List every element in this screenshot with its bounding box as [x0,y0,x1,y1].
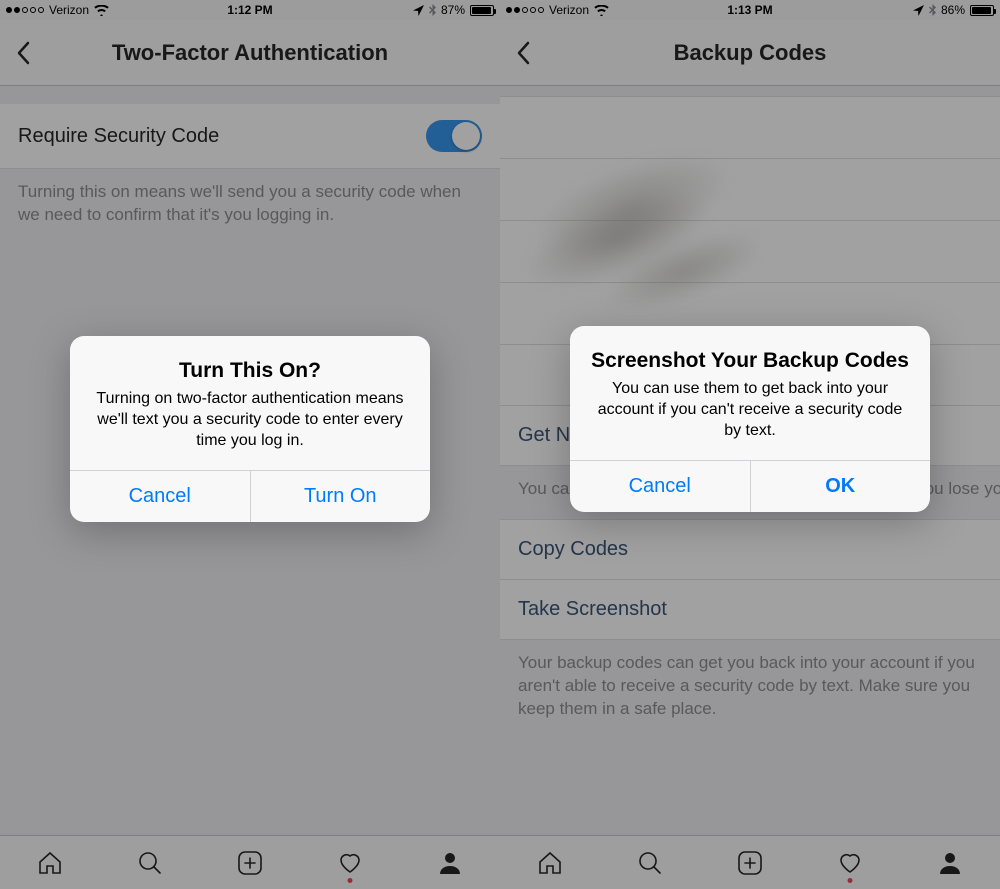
turn-on-button[interactable]: Turn On [251,471,431,522]
alert-text: You can use them to get back into your a… [590,379,910,441]
phone-right-backup-codes: Verizon 1:13 PM 86% Backup Codes [500,0,1000,889]
alert-text: Turning on two-factor authentication mea… [90,389,410,451]
alert-title: Turn This On? [90,358,410,383]
cancel-button[interactable]: Cancel [70,471,251,522]
cancel-button[interactable]: Cancel [570,461,751,512]
alert-dialog: Turn This On? Turning on two-factor auth… [70,336,430,522]
ok-button[interactable]: OK [751,461,931,512]
alert-dialog: Screenshot Your Backup Codes You can use… [570,326,930,512]
phone-left-two-factor: Verizon 1:12 PM 87% Two-Factor A [0,0,500,889]
alert-title: Screenshot Your Backup Codes [590,348,910,373]
